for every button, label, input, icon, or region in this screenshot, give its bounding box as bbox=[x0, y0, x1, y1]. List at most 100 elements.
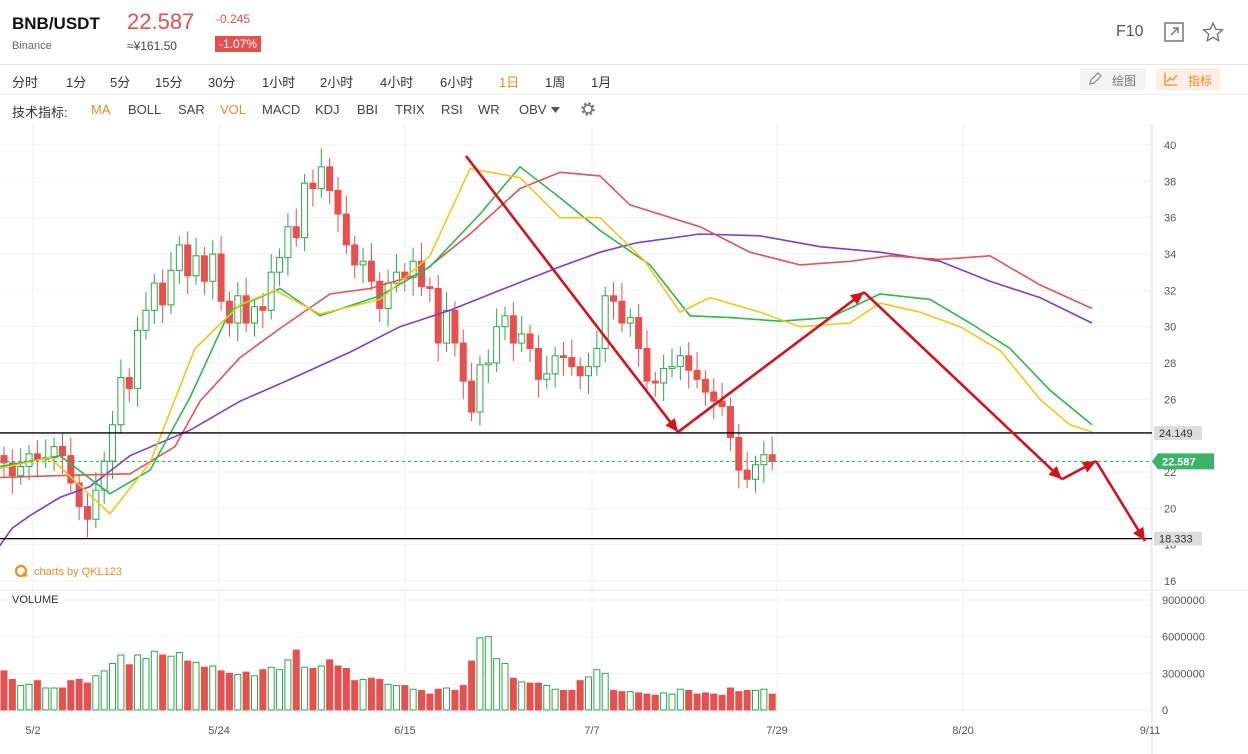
candle-body bbox=[301, 182, 309, 239]
indicator-button[interactable]: 指标 bbox=[1156, 68, 1220, 90]
x-tick-label: 8/20 bbox=[952, 725, 973, 737]
qkl-logo-icon bbox=[14, 564, 28, 578]
candle-body bbox=[551, 355, 559, 375]
volume-bar bbox=[392, 685, 400, 711]
volume-bar bbox=[117, 654, 125, 711]
volume-bar bbox=[618, 691, 626, 711]
volume-bar bbox=[693, 693, 701, 711]
indicator-sar[interactable]: SAR bbox=[178, 102, 205, 117]
indicator-obv[interactable]: OBV bbox=[519, 102, 546, 117]
candle-body bbox=[209, 253, 217, 282]
indicator-bbi[interactable]: BBI bbox=[357, 102, 378, 117]
price-tick-label: 38 bbox=[1164, 176, 1176, 188]
candle-body bbox=[276, 257, 284, 273]
volume-bar bbox=[125, 664, 133, 711]
timeframe-item[interactable]: 6小时 bbox=[440, 72, 473, 91]
candle-body bbox=[443, 309, 451, 344]
volume-bar bbox=[701, 692, 709, 711]
volume-bar bbox=[259, 669, 267, 711]
volume-bar bbox=[743, 689, 751, 711]
volume-tick-label: 3000000 bbox=[1162, 668, 1205, 680]
volume-bar bbox=[434, 688, 442, 711]
timeframe-item[interactable]: 30分 bbox=[208, 72, 235, 91]
volume-bar bbox=[225, 672, 233, 711]
draw-label: 绘图 bbox=[1112, 74, 1137, 88]
candle-body bbox=[568, 357, 576, 368]
candle-body bbox=[125, 377, 133, 389]
indicator-boll[interactable]: BOLL bbox=[128, 102, 161, 117]
timeframe-item[interactable]: 5分 bbox=[110, 72, 130, 91]
candle-body bbox=[167, 269, 175, 306]
candle-body bbox=[735, 436, 743, 471]
trend-arrow-line bbox=[677, 291, 865, 434]
timeframe-item[interactable]: 1小时 bbox=[262, 72, 295, 91]
volume-bar bbox=[209, 665, 217, 711]
candle-body bbox=[117, 377, 125, 426]
pencil-icon bbox=[1089, 72, 1102, 85]
f10-button[interactable]: F10 bbox=[1116, 23, 1144, 41]
indicator-rsi[interactable]: RSI bbox=[441, 102, 463, 117]
timeframe-item-active[interactable]: 1日 bbox=[499, 72, 519, 91]
chevron-down-icon[interactable] bbox=[551, 107, 560, 113]
volume-bar bbox=[33, 680, 41, 711]
candle-body bbox=[217, 253, 225, 302]
volume-bar bbox=[192, 661, 200, 711]
candle-body bbox=[526, 333, 534, 349]
timeframe-item[interactable]: 2小时 bbox=[320, 72, 353, 91]
indicator-macd[interactable]: MACD bbox=[262, 102, 300, 117]
volume-bar bbox=[75, 678, 83, 711]
draw-button[interactable]: 绘图 bbox=[1080, 68, 1146, 90]
candle-body bbox=[752, 464, 759, 480]
timeframe-item[interactable]: 1周 bbox=[545, 72, 565, 91]
candle-body bbox=[643, 347, 651, 382]
timeframe-item[interactable]: 1月 bbox=[591, 72, 611, 91]
volume-bar bbox=[534, 682, 542, 711]
volume-bar bbox=[476, 637, 484, 711]
volume-bar bbox=[58, 687, 66, 711]
volume-bar bbox=[710, 693, 718, 711]
indicator-vol[interactable]: VOL bbox=[220, 102, 246, 117]
volume-bar bbox=[610, 689, 618, 711]
indicator-kdj[interactable]: KDJ bbox=[315, 102, 340, 117]
star-icon[interactable] bbox=[1202, 21, 1224, 43]
timeframe-item[interactable]: 15分 bbox=[155, 72, 182, 91]
indicator-trix[interactable]: TRIX bbox=[395, 102, 425, 117]
candle-body bbox=[342, 213, 350, 246]
candle-body bbox=[17, 466, 25, 477]
x-tick-label: 5/2 bbox=[25, 725, 40, 737]
volume-bar bbox=[292, 649, 300, 711]
volume-bar bbox=[159, 654, 167, 711]
volume-bar bbox=[760, 688, 768, 711]
candle-body bbox=[476, 364, 484, 413]
volume-bar bbox=[326, 659, 334, 711]
candle-body bbox=[701, 378, 709, 393]
timeframe-item[interactable]: 1分 bbox=[66, 72, 86, 91]
candle-body bbox=[585, 366, 592, 377]
candle-body bbox=[693, 369, 701, 380]
price-tick-label: 28 bbox=[1164, 358, 1176, 370]
volume-bar bbox=[668, 693, 676, 711]
expand-icon[interactable] bbox=[1163, 21, 1185, 43]
indicator-wr[interactable]: WR bbox=[478, 102, 500, 117]
indicator-ma[interactable]: MA bbox=[91, 102, 111, 117]
volume-bar bbox=[768, 693, 776, 711]
x-tick-label: 7/29 bbox=[766, 725, 787, 737]
volume-bar bbox=[167, 655, 175, 711]
volume-bar bbox=[0, 670, 8, 711]
volume-bar bbox=[384, 683, 392, 711]
volume-bar bbox=[468, 660, 476, 711]
candle-body bbox=[660, 367, 668, 384]
candle-body bbox=[434, 288, 442, 344]
volume-bar bbox=[17, 685, 25, 711]
volume-bar bbox=[8, 678, 16, 711]
volume-bar bbox=[276, 669, 284, 711]
timeframe-item[interactable]: 4小时 bbox=[380, 72, 413, 91]
timeframe-item[interactable]: 分时 bbox=[12, 72, 38, 91]
gear-icon[interactable] bbox=[579, 100, 597, 118]
trend-arrow-head bbox=[665, 418, 678, 433]
price-chart[interactable]: 5/2 5/24 6/15 7/7 7/29 8/20 9/11 40 38 36 34 32 30 28… bbox=[0, 124, 1248, 754]
x-tick-label: 6/15 bbox=[394, 725, 415, 737]
candle-body bbox=[543, 373, 551, 380]
volume-bar bbox=[559, 689, 567, 711]
volume-bar bbox=[752, 689, 759, 711]
